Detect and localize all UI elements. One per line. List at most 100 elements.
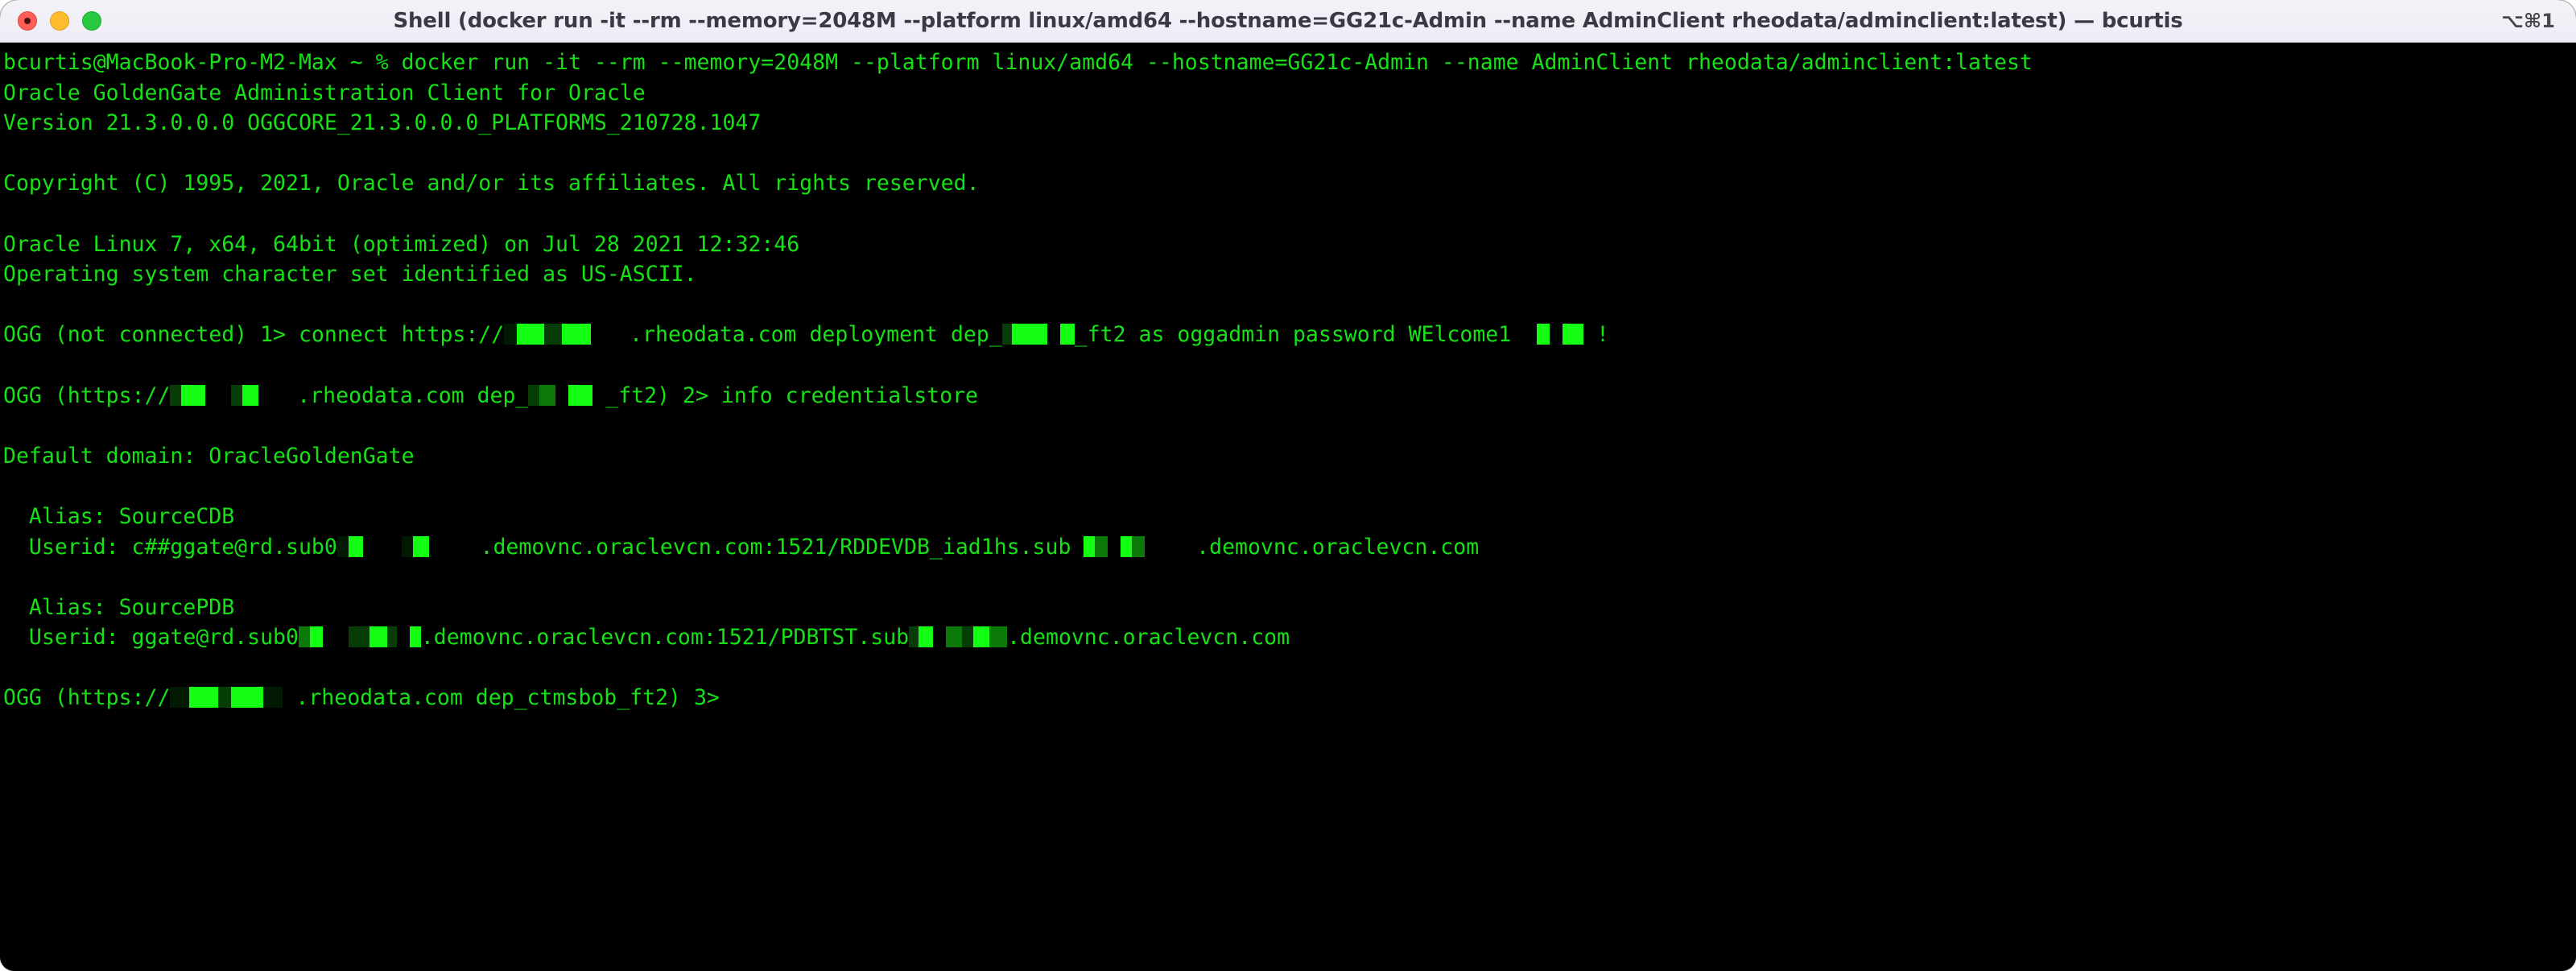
redaction-block xyxy=(973,626,990,648)
terminal-text: Default domain: OracleGoldenGate xyxy=(3,443,415,469)
terminal-text: .demovnc.oraclevcn.com:1521/RDDEVDB_iad1… xyxy=(428,534,1084,560)
terminal-text: Version 21.3.0.0.0 OGGCORE_21.3.0.0.0_PL… xyxy=(3,110,762,136)
redaction-block xyxy=(1059,324,1075,345)
redaction-block xyxy=(1132,535,1146,557)
redaction-block xyxy=(1001,324,1012,345)
terminal-text: Oracle GoldenGate Administration Client … xyxy=(3,80,646,105)
redaction-block xyxy=(348,626,369,648)
terminal-window: Shell (docker run -it --rm --memory=2048… xyxy=(0,0,2576,971)
terminal-text: .demovnc.oraclevcn.com xyxy=(1145,534,1480,560)
terminal-text: Copyright (C) 1995, 2021, Oracle and/or … xyxy=(3,171,980,196)
redaction-block xyxy=(946,626,963,648)
terminal-line-blank-3 xyxy=(3,290,2576,320)
terminal-line-blank-8 xyxy=(3,653,2576,684)
redaction-block xyxy=(989,626,1008,648)
redaction-block xyxy=(242,384,259,406)
terminal-text: .rheodata.com dep_ctmsbob_ft2) 3> xyxy=(283,685,720,711)
terminal-output-area[interactable]: bcurtis@MacBook-Pro-M2-Max ~ % docker ru… xyxy=(0,43,2576,971)
terminal-line-blank-7 xyxy=(3,562,2576,593)
terminal-text: .rheodata.com deployment dep_ xyxy=(591,322,1002,348)
terminal-line-userid-sourcecdb: Userid: c##ggate@rd.sub0 .demovnc.oracle… xyxy=(3,532,2576,563)
redaction-block xyxy=(539,384,556,406)
redaction-block xyxy=(189,687,219,709)
redaction-block xyxy=(517,324,545,345)
terminal-line-default-domain-line: Default domain: OracleGoldenGate xyxy=(3,441,2576,472)
terminal-line-alias-sourcecdb: Alias: SourceCDB xyxy=(3,502,2576,532)
redaction-block xyxy=(1095,535,1108,557)
redaction-block xyxy=(528,384,540,406)
terminal-line-blank-4 xyxy=(3,350,2576,381)
redaction-block xyxy=(544,324,563,345)
terminal-line-alias-sourcepdb: Alias: SourcePDB xyxy=(3,593,2576,623)
redaction-block xyxy=(412,535,429,557)
redaction-block xyxy=(1563,324,1584,345)
terminal-text: .rheodata.com dep_ xyxy=(258,382,529,408)
terminal-text: .demovnc.oraclevcn.com xyxy=(1007,625,1290,651)
terminal-text: Userid: ggate@rd.sub0 xyxy=(3,625,299,651)
maximize-button-icon[interactable] xyxy=(82,11,101,31)
redaction-block xyxy=(181,384,206,406)
redaction-block xyxy=(231,384,243,406)
terminal-line-product-banner: Oracle GoldenGate Administration Client … xyxy=(3,78,2576,109)
minimize-button-icon[interactable] xyxy=(50,11,69,31)
terminal-line-blank-5 xyxy=(3,411,2576,441)
terminal-text: Oracle Linux 7, x64, 64bit (optimized) o… xyxy=(3,231,800,257)
terminal-line-version-line: Version 21.3.0.0.0 OGGCORE_21.3.0.0.0_PL… xyxy=(3,108,2576,138)
terminal-text: Userid: c##ggate@rd.sub0 xyxy=(3,534,337,560)
terminal-text: OGG (not connected) 1> connect https:// xyxy=(3,322,505,348)
terminal-text: Alias: SourcePDB xyxy=(3,594,235,620)
terminal-line-prompt-3: OGG (https:// .rheodata.com dep_ctmsbob_… xyxy=(3,683,2576,713)
redaction-block xyxy=(170,384,182,406)
keyboard-shortcut-badge: ⌥⌘1 xyxy=(2501,10,2555,32)
terminal-line-shell-prompt-docker-run: bcurtis@MacBook-Pro-M2-Max ~ % docker ru… xyxy=(3,48,2576,78)
redaction-block xyxy=(218,687,232,709)
redaction-block xyxy=(336,535,349,557)
terminal-line-copyright-line: Copyright (C) 1995, 2021, Oracle and/or … xyxy=(3,168,2576,199)
terminal-line-blank-2 xyxy=(3,199,2576,229)
window-titlebar[interactable]: Shell (docker run -it --rm --memory=2048… xyxy=(0,0,2576,43)
window-title: Shell (docker run -it --rm --memory=2048… xyxy=(393,9,2183,33)
redaction-block xyxy=(298,626,310,648)
redaction-block xyxy=(919,626,934,648)
terminal-text: Alias: SourceCDB xyxy=(3,503,235,529)
terminal-line-os-line: Oracle Linux 7, x64, 64bit (optimized) o… xyxy=(3,229,2576,260)
terminal-text: OGG (https:// xyxy=(3,685,171,711)
redaction-block xyxy=(909,626,919,648)
redaction-block xyxy=(231,687,264,709)
terminal-line-connect-command: OGG (not connected) 1> connect https:// … xyxy=(3,320,2576,350)
redaction-block xyxy=(369,626,387,648)
close-button-icon[interactable] xyxy=(18,11,37,31)
redaction-block xyxy=(409,626,421,648)
terminal-text: OGG (https:// xyxy=(3,382,171,408)
terminal-line-userid-sourcepdb: Userid: ggate@rd.sub0 .demovnc.oraclevcn… xyxy=(3,622,2576,653)
redaction-block xyxy=(170,687,190,709)
redaction-block xyxy=(562,324,592,345)
terminal-text: ! xyxy=(1583,322,1610,348)
terminal-text: .demovnc.oraclevcn.com:1521/PDBTST.sub xyxy=(420,625,910,651)
redaction-block xyxy=(1121,535,1133,557)
terminal-text: Operating system character set identifie… xyxy=(3,262,697,287)
redaction-block xyxy=(1537,324,1550,345)
redaction-block xyxy=(1011,324,1047,345)
redaction-block xyxy=(1084,535,1096,557)
terminal-text: _ft2 as oggadmin password WElcome1 xyxy=(1074,322,1512,348)
redaction-block xyxy=(263,687,283,709)
terminal-line-blank-1 xyxy=(3,138,2576,169)
